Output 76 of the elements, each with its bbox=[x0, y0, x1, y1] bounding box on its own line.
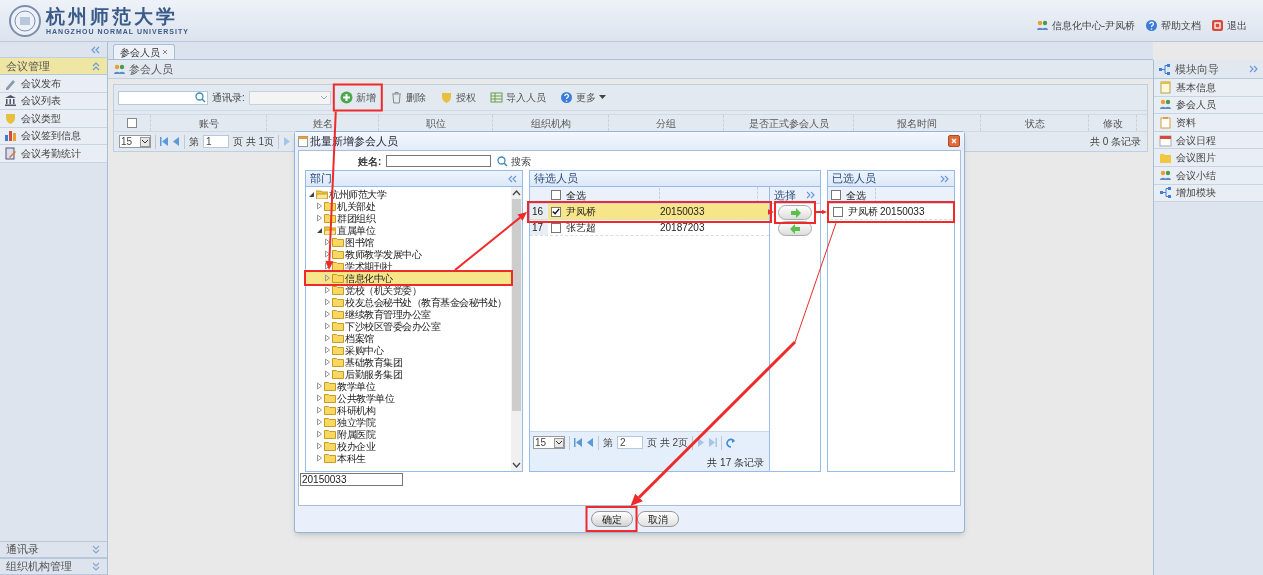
record-count: 共 17 条记录 bbox=[707, 456, 764, 470]
tree-node[interactable]: 继续教育管理办公室 bbox=[306, 308, 511, 320]
page-number-field[interactable]: 1 bbox=[203, 135, 229, 148]
tree-node[interactable]: 科研机构 bbox=[306, 404, 511, 416]
tree-node[interactable]: 教师教学发展中心 bbox=[306, 248, 511, 260]
tree-node[interactable]: 校友总会秘书处（教育基金会秘书处） bbox=[306, 296, 511, 308]
pager-label: 第 bbox=[603, 436, 613, 450]
code-input[interactable]: 20150033 bbox=[300, 473, 403, 486]
sidebar-item[interactable]: 会议发布 bbox=[0, 75, 107, 93]
header-link[interactable]: 退出 bbox=[1211, 18, 1247, 33]
accordion-header[interactable]: 通讯录 bbox=[0, 541, 107, 558]
tree-node[interactable]: 档案馆 bbox=[306, 332, 511, 344]
table-cell-text: 尹凤桥 bbox=[847, 205, 879, 219]
module-link[interactable]: 会议图片 bbox=[1154, 149, 1263, 167]
column-title: 选择 bbox=[774, 187, 796, 203]
sidebar-item[interactable]: 会议考勤统计 bbox=[0, 145, 107, 163]
tree-node[interactable]: 党校（机关党委） bbox=[306, 284, 511, 296]
tree-node[interactable]: 信息化中心 bbox=[306, 272, 511, 284]
tree-node[interactable]: 直属单位 bbox=[306, 224, 511, 236]
page-number-field[interactable]: 2 bbox=[617, 436, 643, 449]
tree-node[interactable]: 附属医院 bbox=[306, 428, 511, 440]
tree-node[interactable]: 校办企业 bbox=[306, 440, 511, 452]
record-count: 共 0 条记录 bbox=[1089, 135, 1141, 149]
tree-node[interactable]: 后勤服务集团 bbox=[306, 368, 511, 380]
table-cell-text: 张艺超 bbox=[565, 221, 597, 235]
panel-title: 部门 bbox=[310, 171, 332, 187]
tree-node[interactable]: 图书馆 bbox=[306, 236, 511, 248]
table-cell-text: 20187203 bbox=[660, 221, 706, 235]
row-number: 16 bbox=[530, 204, 548, 219]
logo-title: 杭州师范大学 bbox=[46, 5, 179, 27]
accordion-header[interactable]: 组织机构管理 bbox=[0, 558, 107, 575]
toolbar-button[interactable]: 新增 bbox=[336, 87, 379, 108]
tree-node[interactable]: 群团组织 bbox=[306, 212, 511, 224]
tree-node[interactable]: 教学单位 bbox=[306, 380, 511, 392]
page-size-select[interactable]: 15 bbox=[119, 135, 151, 148]
table-cell-text: 20150033 bbox=[880, 205, 926, 219]
header-link[interactable]: 帮助文档 bbox=[1145, 18, 1201, 33]
toolbar-button[interactable]: 删除 bbox=[386, 87, 429, 108]
dialog-button[interactable]: 确定 bbox=[590, 511, 633, 527]
tree-node[interactable]: 基础教育集团 bbox=[306, 356, 511, 368]
toolbar-button[interactable]: 授权 bbox=[436, 87, 479, 108]
page-size-select[interactable]: 15 bbox=[533, 436, 565, 449]
module-link[interactable]: 资料 bbox=[1154, 114, 1263, 132]
tree-node[interactable]: 独立学院 bbox=[306, 416, 511, 428]
column-header[interactable]: 状态 bbox=[981, 115, 1089, 131]
toolbar-button[interactable]: 导入人员 bbox=[486, 87, 549, 108]
tree-node[interactable]: 下沙校区管委会办公室 bbox=[306, 320, 511, 332]
dialog-button[interactable]: 取消 bbox=[636, 511, 679, 527]
pager-label: 页 共 2页 bbox=[647, 436, 689, 450]
table-cell-text: 20150033 bbox=[660, 205, 706, 219]
field-label: 通讯录: bbox=[212, 91, 245, 105]
tree-node[interactable]: 本科生 bbox=[306, 452, 511, 464]
column-header[interactable]: 账号 bbox=[151, 115, 267, 131]
toolbar-button[interactable]: 更多 bbox=[556, 87, 609, 108]
tree-node[interactable]: 采购中心 bbox=[306, 344, 511, 356]
panel-title: 参会人员 bbox=[129, 61, 173, 77]
tab[interactable]: 参会人员 bbox=[113, 44, 175, 59]
section-title: 通讯录 bbox=[6, 542, 39, 558]
panel-title: 模块向导 bbox=[1175, 61, 1219, 77]
section-title: 会议管理 bbox=[6, 58, 50, 74]
section-title: 组织机构管理 bbox=[6, 559, 72, 575]
accordion-header[interactable]: 会议管理 bbox=[0, 58, 107, 75]
pager-label: 第 bbox=[189, 135, 199, 149]
table-cell-text: 尹凤桥 bbox=[565, 205, 597, 219]
sidebar-item[interactable]: 会议类型 bbox=[0, 110, 107, 128]
tree-node[interactable]: 公共教学单位 bbox=[306, 392, 511, 404]
search-link[interactable]: 搜索 bbox=[511, 153, 532, 169]
tree-node[interactable]: 机关部处 bbox=[306, 200, 511, 212]
header-link[interactable]: 信息化中心-尹凤桥 bbox=[1035, 18, 1135, 33]
module-link[interactable]: 基本信息 bbox=[1154, 79, 1263, 97]
field-label: 姓名: bbox=[358, 154, 382, 169]
pager-label: 页 共 1页 bbox=[233, 135, 275, 149]
panel-title: 待选人员 bbox=[534, 171, 578, 187]
column-header[interactable]: 修改 bbox=[1089, 115, 1137, 131]
table-row[interactable]: 16 尹凤桥 20150033 bbox=[530, 204, 769, 220]
panel-title: 已选人员 bbox=[832, 171, 876, 187]
